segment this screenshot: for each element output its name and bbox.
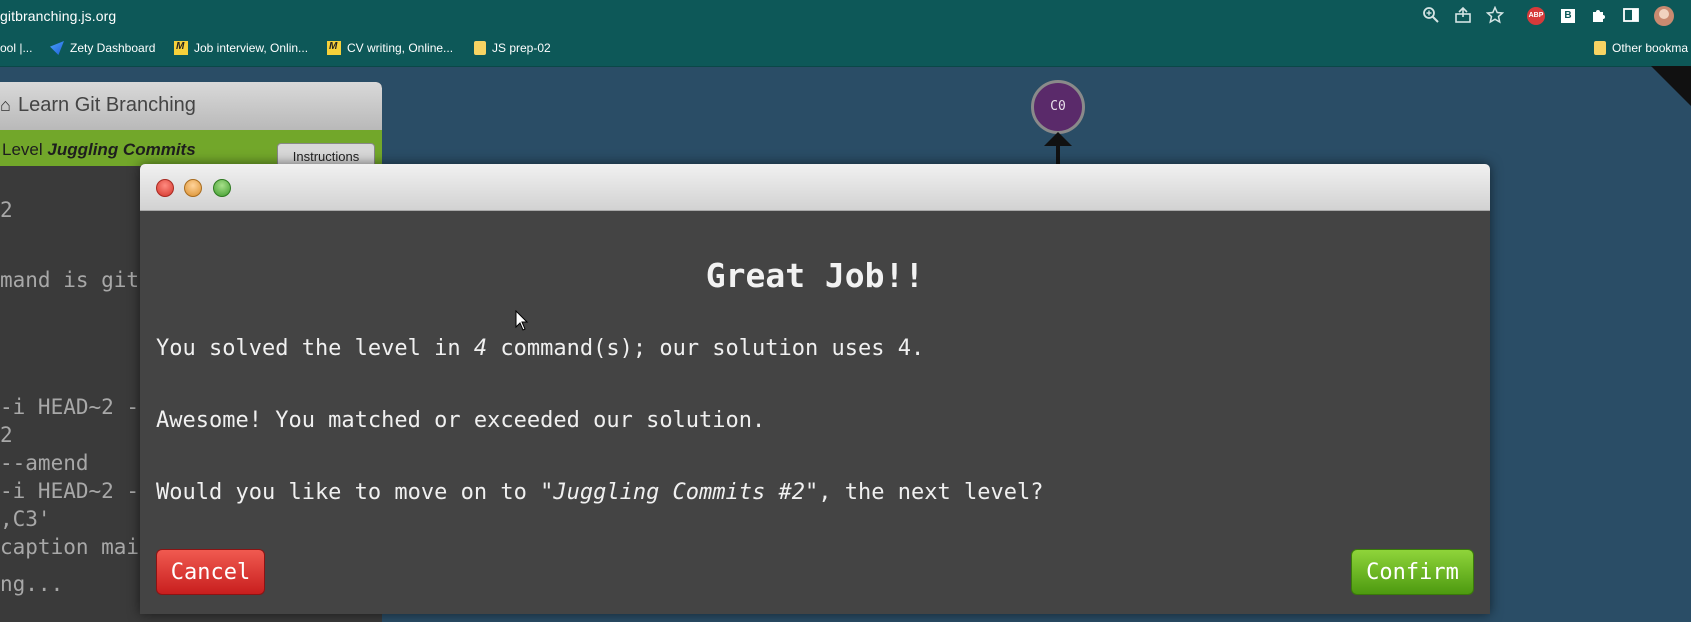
folder-icon [474, 41, 486, 55]
browser-toolbar: gitbranching.js.org ABP B [0, 0, 1691, 32]
terminal-line: 2 [0, 423, 13, 447]
level-label: Level Juggling Commits [2, 140, 196, 159]
terminal-line: -i HEAD~2 - [0, 479, 140, 503]
praise-message: Awesome! You matched or exceeded our sol… [156, 408, 766, 433]
confirm-button[interactable]: Confirm [1351, 549, 1474, 595]
bookmark-cv-writing[interactable]: CV writing, Online... [327, 41, 453, 55]
abp-icon[interactable]: ABP [1527, 7, 1545, 25]
bookmarks-bar: ool |... Zety Dashboard Job interview, O… [0, 32, 1691, 67]
zety-icon [50, 41, 64, 55]
share-icon[interactable] [1453, 6, 1473, 26]
profile-avatar[interactable] [1654, 6, 1674, 26]
bookmark-job-interview[interactable]: Job interview, Onlin... [174, 41, 308, 55]
folder-icon [1594, 41, 1606, 55]
terminal-line: --amend [0, 451, 89, 475]
level-complete-dialog: Great Job!! You solved the level in 4 co… [140, 164, 1490, 614]
dialog-heading: Great Job!! [705, 256, 925, 295]
terminal-line: 2 [0, 198, 13, 222]
miro-icon [174, 41, 188, 55]
commit-node-c0[interactable]: C0 [1031, 80, 1085, 134]
minimize-dot-icon[interactable] [184, 179, 202, 197]
zoom-icon[interactable] [1421, 6, 1441, 26]
extensions-puzzle-icon[interactable] [1589, 6, 1609, 26]
terminal-line: ,C3' [0, 507, 51, 531]
next-level-prompt: Would you like to move on to "Juggling C… [156, 480, 1044, 505]
terminal-line: ng... [0, 572, 64, 596]
home-icon[interactable]: ⌂ [0, 95, 11, 116]
dialog-titlebar [140, 164, 1490, 211]
level-bar: Level Juggling Commits Instructions [0, 130, 382, 171]
bookmark-js-prep[interactable]: JS prep-02 [474, 41, 551, 55]
address-bar[interactable]: gitbranching.js.org [0, 8, 116, 24]
close-dot-icon[interactable] [156, 179, 174, 197]
maximize-dot-icon[interactable] [213, 179, 231, 197]
commit-arrow-line [1056, 145, 1060, 165]
b-extension-icon[interactable]: B [1561, 9, 1575, 23]
terminal-line: mand is git [0, 268, 140, 292]
github-corner-icon[interactable] [1651, 66, 1691, 106]
bookmark-zety-dashboard[interactable]: Zety Dashboard [50, 41, 155, 55]
terminal-line: -i HEAD~2 - [0, 395, 140, 419]
terminal-line: caption mai [0, 535, 140, 559]
app-title: Learn Git Branching [18, 94, 196, 116]
side-panel-icon[interactable] [1621, 6, 1641, 26]
miro-icon [327, 41, 341, 55]
bookmark-star-icon[interactable] [1485, 5, 1505, 26]
result-message: You solved the level in 4 command(s); ou… [156, 336, 925, 361]
bookmark-item[interactable]: ool |... [0, 41, 32, 55]
cancel-button[interactable]: Cancel [156, 549, 265, 595]
commit-arrow [1044, 132, 1072, 146]
app-header: ⌂ Learn Git Branching [0, 82, 382, 130]
other-bookmarks[interactable]: Other bookma [1594, 41, 1688, 55]
